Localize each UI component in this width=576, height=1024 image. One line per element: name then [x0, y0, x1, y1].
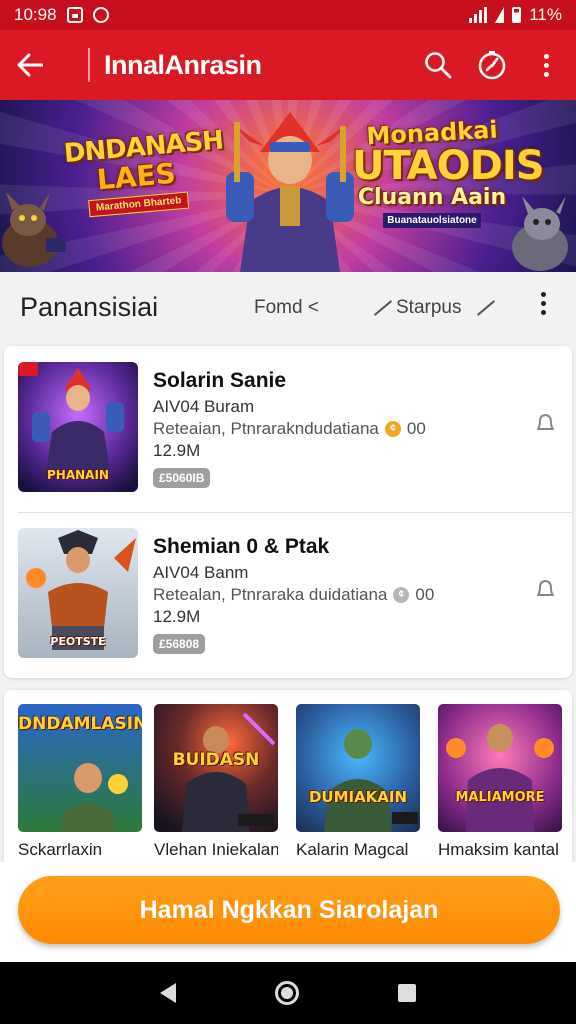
- game-thumbnail: PHANAIN: [18, 362, 138, 492]
- featured-game-thumbnail: DUMIAKAIN: [296, 704, 420, 832]
- game-name: Solarin Sanie: [153, 369, 287, 392]
- price-badge: £56808: [153, 634, 206, 654]
- nav-recents-icon[interactable]: [398, 984, 417, 1002]
- app-bar-divider: [88, 48, 90, 82]
- primary-cta-button[interactable]: Hamal Ngkkan Siarolajan: [18, 876, 560, 944]
- featured-game-art-title: MALIAMORE: [455, 790, 545, 805]
- bell-icon[interactable]: [534, 412, 556, 434]
- dot-icon: [543, 62, 549, 68]
- app-bar: InnalAnrasin: [0, 30, 576, 100]
- game-size: 12.9M: [153, 607, 201, 626]
- game-list: PHANAIN Solarin Sanie AIV04 Buram Reteai…: [4, 346, 572, 678]
- game-developer: AIV04 Buram: [153, 397, 255, 416]
- promo-banner[interactable]: DNDANASH LAES Marathon Bharteb Monadkai …: [0, 100, 576, 272]
- dot-icon: [541, 301, 546, 306]
- featured-game-art-title: BUIDASN: [172, 750, 260, 770]
- featured-game-card[interactable]: DUMIAKAIN Kalarin Magcal: [296, 704, 420, 860]
- game-thumbnail-title: PHANAIN: [47, 468, 109, 482]
- featured-game-thumbnail: BUIDASN: [154, 704, 278, 832]
- game-size: 12.9M: [153, 441, 201, 460]
- banner-right-tag: Buanatauolsiatone: [383, 213, 481, 228]
- image-notification-icon: [66, 7, 83, 23]
- price-badge: £5060IB: [153, 468, 211, 488]
- banner-right-logo: Monadkai UTAODIS Cluann Aain Buanatauols…: [352, 116, 545, 228]
- game-art-illustration: [438, 704, 562, 832]
- search-button[interactable]: [422, 49, 454, 81]
- dot-icon: [543, 71, 549, 77]
- featured-game-card[interactable]: BUIDASN Vlehan Iniekalan: [154, 704, 278, 860]
- list-item[interactable]: PHANAIN Solarin Sanie AIV04 Buram Reteai…: [4, 346, 572, 512]
- arrow-left-icon: [17, 53, 43, 77]
- fond-filter[interactable]: Fomd <: [254, 297, 319, 319]
- battery-icon: [512, 7, 522, 23]
- featured-game-thumbnail: DNDAMLASIN: [18, 704, 142, 832]
- battery-level: 11%: [529, 5, 562, 24]
- featured-game-thumbnail: MALIAMORE: [438, 704, 562, 832]
- list-item[interactable]: PEOTSTE Shemian 0 & Ptak AIV04 Banm Rete…: [4, 512, 572, 678]
- system-nav-bar: [0, 962, 576, 1024]
- search-icon: [425, 52, 452, 79]
- status-filter-label: Starpus: [396, 297, 462, 318]
- status-time: 10:98: [14, 5, 57, 24]
- featured-game-card[interactable]: DNDAMLASIN Sckarrlaxin: [18, 704, 142, 860]
- hero-character-illustration: [226, 112, 354, 272]
- status-filter[interactable]: Starpus: [372, 297, 497, 319]
- timer-button[interactable]: [476, 49, 508, 81]
- back-button[interactable]: [14, 49, 46, 81]
- coin-icon: ¢: [384, 421, 401, 437]
- featured-game-art-title: DUMIAKAIN: [308, 788, 408, 806]
- dot-icon: [541, 292, 546, 297]
- game-developer: AIV04 Banm: [153, 563, 249, 582]
- featured-game-name: Vlehan Iniekalan: [154, 840, 278, 859]
- game-description: Reteaian, Ptnrarakndudatiana ¢ 00: [153, 418, 513, 440]
- game-description-text: Retealan, Ptnraraka duidatiana: [153, 585, 388, 604]
- dot-icon: [541, 310, 546, 315]
- dot-icon: [543, 53, 549, 59]
- page-title: InnalAnrasin: [104, 49, 262, 80]
- bell-icon[interactable]: [534, 578, 556, 600]
- stopwatch-icon: [478, 51, 506, 80]
- game-description: Retealan, Ptnraraka duidatiana ¢ 00: [153, 584, 513, 606]
- nav-home-icon[interactable]: [274, 981, 299, 1005]
- slash-icon: [477, 300, 496, 316]
- section-header: Panansisiai Fomd < Starpus: [0, 272, 576, 342]
- app-notification-icon: [92, 7, 109, 23]
- section-more-button[interactable]: [541, 292, 546, 315]
- featured-game-name: Kalarin Magcal: [296, 840, 409, 859]
- cta-container: Hamal Ngkkan Siarolajan: [0, 862, 576, 962]
- featured-game-art-title: DNDAMLASIN: [18, 714, 142, 734]
- slash-icon: [373, 300, 393, 316]
- signal-icon: [469, 7, 488, 23]
- game-art-illustration: [296, 704, 420, 832]
- coin-icon: ¢: [393, 587, 410, 603]
- game-name: Shemian 0 & Ptak: [153, 535, 330, 558]
- banner-left-logo: DNDANASH LAES Marathon Bharteb: [63, 125, 224, 219]
- overflow-menu-button[interactable]: [530, 49, 562, 81]
- status-bar: 10:98 11%: [0, 0, 576, 30]
- game-rating: 00: [415, 585, 435, 604]
- network-icon: [495, 7, 505, 23]
- game-thumbnail-title: PEOTSTE: [50, 635, 106, 648]
- featured-games: DNDAMLASIN Sckarrlaxin BUIDASN Vlehan In…: [4, 690, 572, 862]
- featured-game-name: Hmaksim kantal: [438, 840, 559, 859]
- creature-left-illustration: [2, 192, 66, 267]
- nav-back-icon[interactable]: [159, 983, 176, 1003]
- game-rating: 00: [406, 419, 426, 438]
- featured-game-card[interactable]: MALIAMORE Hmaksim kantal: [438, 704, 562, 860]
- banner-right-line3: Cluann Aain: [357, 185, 507, 210]
- featured-game-name: Sckarrlaxin: [18, 840, 103, 859]
- game-thumbnail: PEOTSTE: [18, 528, 138, 658]
- game-description-text: Reteaian, Ptnrarakndudatiana: [153, 419, 379, 438]
- section-title: Panansisiai: [20, 291, 159, 322]
- banner-right-line2: UTAODIS: [352, 143, 545, 189]
